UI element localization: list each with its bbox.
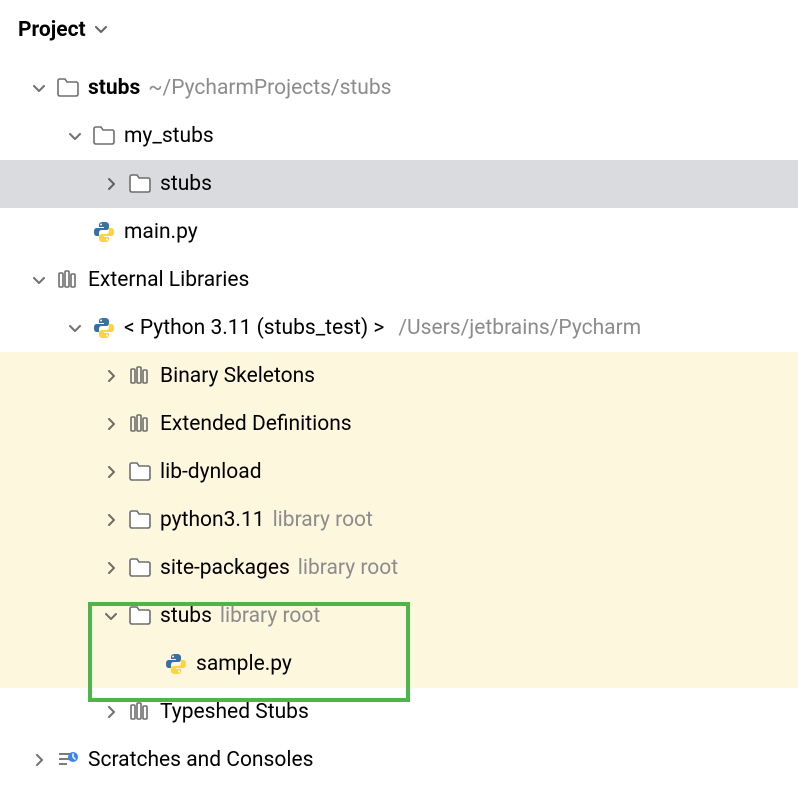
tree-item-python-interpreter[interactable]: < Python 3.11 (stubs_test) > /Users/jetb… [0, 304, 798, 352]
tree-label: python3.11 [160, 508, 265, 532]
chevron-down-icon[interactable] [30, 271, 48, 289]
chevron-right-icon[interactable] [102, 511, 120, 529]
tree-label: < Python 3.11 (stubs_test) > [124, 316, 384, 340]
tree-label: Scratches and Consoles [88, 748, 313, 772]
tree-label: main.py [124, 220, 198, 244]
folder-icon [56, 76, 80, 100]
tree-item-my-stubs[interactable]: my_stubs [0, 112, 798, 160]
books-icon [56, 268, 80, 292]
tree-item-main-py[interactable]: main.py [0, 208, 798, 256]
books-icon [128, 412, 152, 436]
python-icon [164, 652, 188, 676]
folder-icon [128, 508, 152, 532]
chevron-right-icon[interactable] [30, 751, 48, 769]
project-tree: stubs ~/PycharmProjects/stubs my_stubs s… [0, 64, 798, 784]
folder-icon [128, 556, 152, 580]
chevron-right-icon[interactable] [102, 175, 120, 193]
tree-label: stubs [160, 172, 212, 196]
header: Project [0, 0, 798, 64]
tree-item-external-libraries[interactable]: External Libraries [0, 256, 798, 304]
tree-label: site-packages [160, 556, 290, 580]
tree-tag: library root [273, 508, 373, 532]
chevron-down-icon[interactable] [66, 127, 84, 145]
chevron-right-icon[interactable] [102, 703, 120, 721]
tree-item-sample-py[interactable]: sample.py [0, 640, 798, 688]
chevron-right-icon[interactable] [102, 367, 120, 385]
tree-item-extended-definitions[interactable]: Extended Definitions [0, 400, 798, 448]
books-icon [128, 700, 152, 724]
tree-item-typeshed-stubs[interactable]: Typeshed Stubs [0, 688, 798, 736]
folder-icon [92, 124, 116, 148]
tree-label: my_stubs [124, 124, 214, 148]
tree-tag: library root [220, 604, 320, 628]
tree-path: ~/PycharmProjects/stubs [148, 76, 391, 100]
folder-icon [128, 604, 152, 628]
folder-icon [128, 460, 152, 484]
tree-label: lib-dynload [160, 460, 262, 484]
tree-label: stubs [160, 604, 212, 628]
python-icon [92, 316, 116, 340]
chevron-right-icon[interactable] [102, 463, 120, 481]
tree-label: External Libraries [88, 268, 249, 292]
tree-item-python311[interactable]: python3.11 library root [0, 496, 798, 544]
chevron-down-icon[interactable] [30, 79, 48, 97]
tree-item-stubs[interactable]: stubs [0, 160, 798, 208]
tree-item-binary-skeletons[interactable]: Binary Skeletons [0, 352, 798, 400]
tree-tag: library root [298, 556, 398, 580]
tree-item-scratches[interactable]: Scratches and Consoles [0, 736, 798, 784]
tree-item-root[interactable]: stubs ~/PycharmProjects/stubs [0, 64, 798, 112]
scratches-icon [56, 748, 80, 772]
tree-path: /Users/jetbrains/Pycharm [398, 316, 641, 340]
chevron-right-icon[interactable] [102, 415, 120, 433]
books-icon [128, 364, 152, 388]
python-icon [92, 220, 116, 244]
tree-item-stubs-lib[interactable]: stubs library root [0, 592, 798, 640]
tree-label: stubs [88, 76, 140, 100]
tree-label: Binary Skeletons [160, 364, 315, 388]
tree-label: Typeshed Stubs [160, 700, 309, 724]
tree-item-site-packages[interactable]: site-packages library root [0, 544, 798, 592]
tree-label: sample.py [196, 652, 292, 676]
tree-item-lib-dynload[interactable]: lib-dynload [0, 448, 798, 496]
tree-label: Extended Definitions [160, 412, 352, 436]
chevron-down-icon[interactable] [66, 319, 84, 337]
chevron-down-icon[interactable] [102, 607, 120, 625]
header-title[interactable]: Project [18, 18, 86, 42]
chevron-down-icon[interactable] [94, 18, 108, 42]
chevron-right-icon[interactable] [102, 559, 120, 577]
folder-icon [128, 172, 152, 196]
